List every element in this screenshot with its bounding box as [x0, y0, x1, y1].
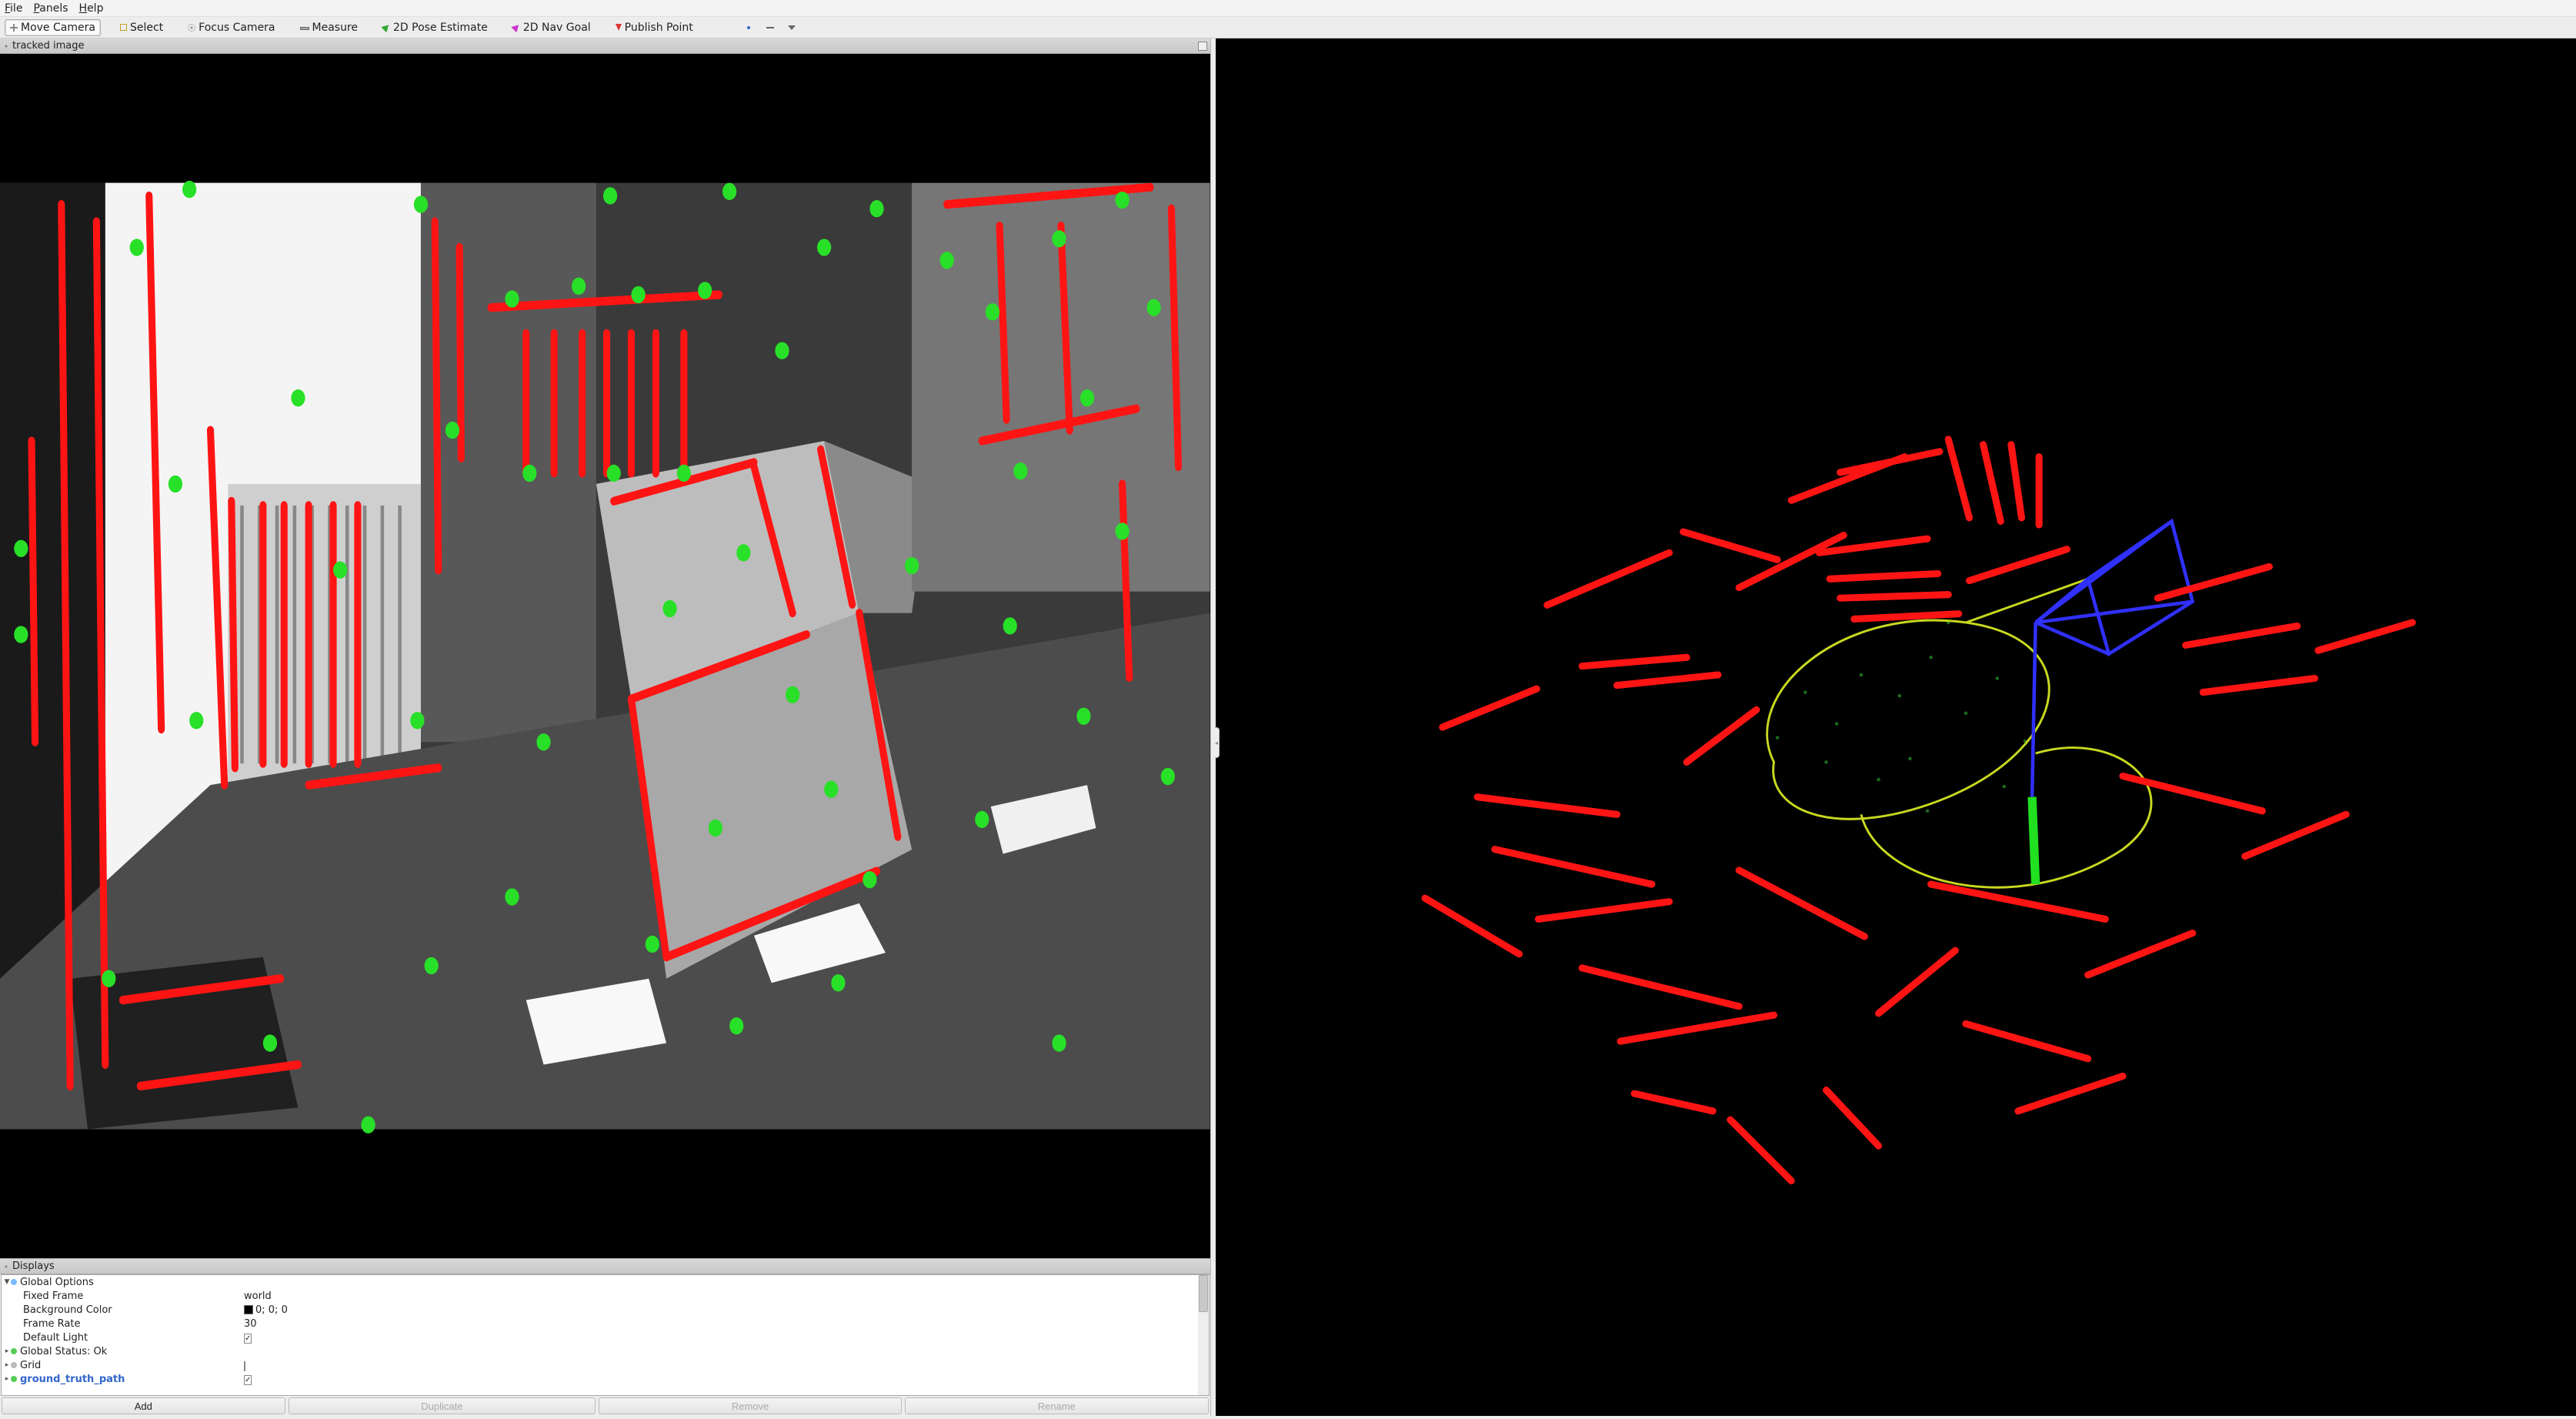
ground-truth-checkbox[interactable]: ✓ — [244, 1375, 252, 1385]
toolbar-minus-button[interactable] — [766, 24, 774, 32]
tool-2d-pose-estimate[interactable]: 2D Pose Estimate — [377, 19, 493, 36]
framerate-label: Frame Rate — [23, 1318, 80, 1330]
tool-select-label: Select — [130, 22, 163, 34]
tree-default-light[interactable]: Default Light ✓ — [2, 1331, 1209, 1344]
tree-fixed-frame[interactable]: Fixed Frame world — [2, 1289, 1209, 1303]
rename-button[interactable]: Rename — [905, 1397, 1209, 1414]
move-icon — [10, 24, 18, 32]
displays-header[interactable]: Displays — [0, 1259, 1210, 1274]
displays-panel: Displays ▼Global Options Fixed Frame worl… — [0, 1258, 1210, 1416]
tracked-image-title: tracked image — [12, 40, 85, 52]
tracked-image-svg — [0, 54, 1210, 1258]
displays-button-row: Add Duplicate Remove Rename — [0, 1396, 1210, 1416]
tool-select[interactable]: Select — [115, 19, 169, 36]
default-light-label: Default Light — [23, 1332, 88, 1344]
bgcolor-value: 0; 0; 0 — [244, 1304, 288, 1316]
tool-nav-label: 2D Nav Goal — [523, 22, 591, 34]
nav-icon — [511, 22, 521, 32]
tree-background-color[interactable]: Background Color 0; 0; 0 — [2, 1303, 1209, 1317]
grid-checkbox[interactable] — [244, 1361, 245, 1371]
tree-frame-rate[interactable]: Frame Rate 30 — [2, 1317, 1209, 1331]
tree-scrollbar[interactable] — [1198, 1275, 1209, 1395]
menubar: File Panels Help — [0, 0, 2576, 17]
tool-move-camera[interactable]: Move Camera — [5, 19, 101, 36]
tool-publish-point[interactable]: Publish Point — [610, 19, 699, 36]
menu-file[interactable]: File — [5, 2, 22, 15]
tracked-image-header[interactable]: tracked image — [0, 38, 1210, 54]
toolbar: Move Camera Select Focus Camera Measure … — [0, 17, 2576, 38]
dot-icon — [11, 1279, 17, 1285]
scrollbar-thumb[interactable] — [1199, 1275, 1208, 1312]
tool-measure[interactable]: Measure — [295, 19, 364, 36]
framerate-value: 30 — [244, 1318, 257, 1330]
panel-undock-button[interactable] — [1198, 42, 1207, 51]
global-status-label: Global Status: Ok — [20, 1346, 107, 1357]
fixed-frame-value: world — [244, 1290, 272, 1302]
displays-tree[interactable]: ▼Global Options Fixed Frame world Backgro… — [1, 1274, 1210, 1396]
default-light-checkbox[interactable]: ✓ — [244, 1334, 252, 1344]
check-icon — [11, 1348, 17, 1354]
dock-tab[interactable]: ◂ — [1215, 727, 1220, 758]
color-swatch-icon — [244, 1305, 253, 1314]
tool-2d-nav-goal[interactable]: 2D Nav Goal — [507, 19, 596, 36]
add-button[interactable]: Add — [2, 1397, 285, 1414]
toolbar-dot-button[interactable] — [745, 24, 752, 32]
tree-global-options-label: Global Options — [20, 1277, 94, 1288]
menu-help[interactable]: Help — [79, 2, 104, 15]
tool-measure-label: Measure — [312, 22, 359, 34]
grid-label: Grid — [20, 1360, 41, 1371]
displays-title: Displays — [12, 1260, 55, 1272]
tool-move-camera-label: Move Camera — [21, 22, 95, 34]
pose-icon — [381, 22, 391, 32]
select-icon — [120, 24, 127, 31]
duplicate-button[interactable]: Duplicate — [289, 1397, 596, 1414]
grip-icon — [3, 1264, 9, 1270]
tool-publish-label: Publish Point — [625, 22, 693, 34]
tree-global-status[interactable]: ▸Global Status: Ok — [2, 1344, 1209, 1358]
tool-pose-label: 2D Pose Estimate — [393, 22, 488, 34]
toolbar-dropdown-button[interactable] — [788, 24, 796, 32]
grid-icon — [11, 1362, 17, 1368]
path-icon — [11, 1376, 17, 1382]
left-pane: tracked image — [0, 38, 1211, 1416]
tree-global-options[interactable]: ▼Global Options — [2, 1275, 1209, 1289]
bgcolor-label: Background Color — [23, 1304, 112, 1316]
tree-ground-truth-path[interactable]: ▸ground_truth_path✓ — [2, 1372, 1209, 1386]
3d-view-svg — [1216, 38, 2576, 1416]
tree-grid[interactable]: ▸Grid — [2, 1358, 1209, 1372]
tool-focus-camera[interactable]: Focus Camera — [182, 19, 280, 36]
menu-panels[interactable]: Panels — [33, 2, 68, 15]
main-area: tracked image — [0, 38, 2576, 1416]
tracked-image-view[interactable] — [0, 54, 1210, 1258]
remove-button[interactable]: Remove — [599, 1397, 902, 1414]
ground-truth-path-label: ground_truth_path — [20, 1374, 125, 1385]
fixed-frame-label: Fixed Frame — [23, 1290, 83, 1302]
focus-icon — [188, 24, 195, 32]
pin-icon — [616, 24, 622, 31]
ruler-icon — [300, 27, 309, 30]
3d-view[interactable]: ◂ — [1216, 38, 2576, 1416]
grip-icon — [3, 43, 9, 49]
tool-focus-camera-label: Focus Camera — [199, 22, 275, 34]
bgcolor-text: 0; 0; 0 — [255, 1304, 288, 1316]
